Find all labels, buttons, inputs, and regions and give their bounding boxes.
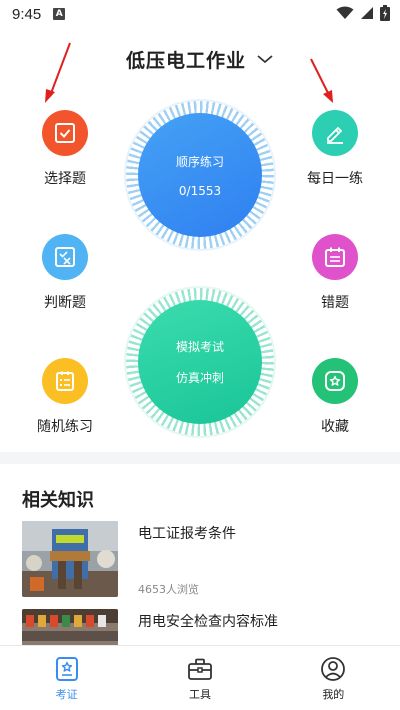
choice-question-button[interactable]: 选择题 <box>20 110 110 188</box>
nav-tools-label: 工具 <box>188 688 211 701</box>
mock-exam-core: 模拟考试 仿真冲刺 <box>138 300 262 424</box>
choice-question-circle <box>42 110 88 156</box>
nav-tools[interactable]: 工具 <box>133 646 266 710</box>
article-views: 4653人浏览 <box>138 583 199 596</box>
article-item[interactable]: 用电安全检查内容标准 <box>22 609 382 645</box>
battery-icon <box>380 5 390 21</box>
profile-icon <box>321 657 346 681</box>
article-thumbnail <box>22 521 118 597</box>
wifi-icon <box>336 6 354 19</box>
sequence-practice-progress: 0/1553 <box>178 183 222 198</box>
random-practice-button[interactable]: 随机练习 <box>20 358 110 436</box>
sequence-practice-label: 顺序练习 <box>175 154 224 169</box>
section-divider <box>0 452 400 464</box>
star-bookmark-icon <box>325 371 345 391</box>
daily-practice-circle <box>312 110 358 156</box>
wrong-question-circle <box>312 234 358 280</box>
signal-icon <box>361 7 373 19</box>
nav-profile[interactable]: 我的 <box>267 646 400 710</box>
wrong-question-button[interactable]: 错题 <box>290 234 380 312</box>
article-title: 用电安全检查内容标准 <box>138 614 278 630</box>
article-item[interactable]: 电工证报考条件 4653人浏览 <box>22 521 382 597</box>
daily-practice-button[interactable]: 每日一练 <box>290 110 380 188</box>
judge-question-circle <box>42 234 88 280</box>
judge-question-label: 判断题 <box>44 295 86 311</box>
calendar-icon <box>325 247 345 267</box>
notification-icon: A <box>53 8 66 20</box>
annotation-arrow-left <box>45 42 71 103</box>
favorite-label: 收藏 <box>321 419 349 435</box>
chevron-down-icon <box>257 55 273 64</box>
page-title: 低压电工作业 <box>125 49 246 72</box>
status-bar: 9:45 A <box>0 0 400 28</box>
sequence-practice-button[interactable]: 顺序练习 0/1553 <box>126 101 274 249</box>
choice-question-label: 选择题 <box>44 171 86 187</box>
random-practice-circle <box>42 358 88 404</box>
judge-question-button[interactable]: 判断题 <box>20 234 110 312</box>
certificate-icon <box>55 657 78 681</box>
daily-practice-label: 每日一练 <box>307 171 363 187</box>
checklist-icon <box>56 371 74 391</box>
nav-certificate[interactable]: 考证 <box>0 646 133 710</box>
favorite-button[interactable]: 收藏 <box>290 358 380 436</box>
article-thumbnail <box>22 609 118 645</box>
nav-certificate-label: 考证 <box>55 688 78 701</box>
random-practice-label: 随机练习 <box>37 419 93 435</box>
status-time: 9:45 <box>12 5 42 23</box>
annotation-arrow-right <box>310 58 333 103</box>
checkbox-icon <box>55 123 75 143</box>
wrong-question-label: 错题 <box>321 295 349 311</box>
mock-exam-label: 模拟考试 <box>175 340 224 354</box>
mock-exam-button[interactable]: 模拟考试 仿真冲刺 <box>126 288 274 436</box>
pencil-icon <box>327 127 343 144</box>
bottom-nav: 考证 工具 我的 <box>0 645 400 710</box>
article-title: 电工证报考条件 <box>138 526 236 542</box>
favorite-circle <box>312 358 358 404</box>
judge-icon <box>55 247 75 267</box>
nav-profile-label: 我的 <box>322 688 345 701</box>
toolbox-icon <box>188 658 212 680</box>
knowledge-section-title: 相关知识 <box>22 490 94 511</box>
status-icons <box>336 5 390 21</box>
sequence-practice-core: 顺序练习 0/1553 <box>138 113 262 237</box>
mock-exam-subtitle: 仿真冲刺 <box>175 371 224 385</box>
